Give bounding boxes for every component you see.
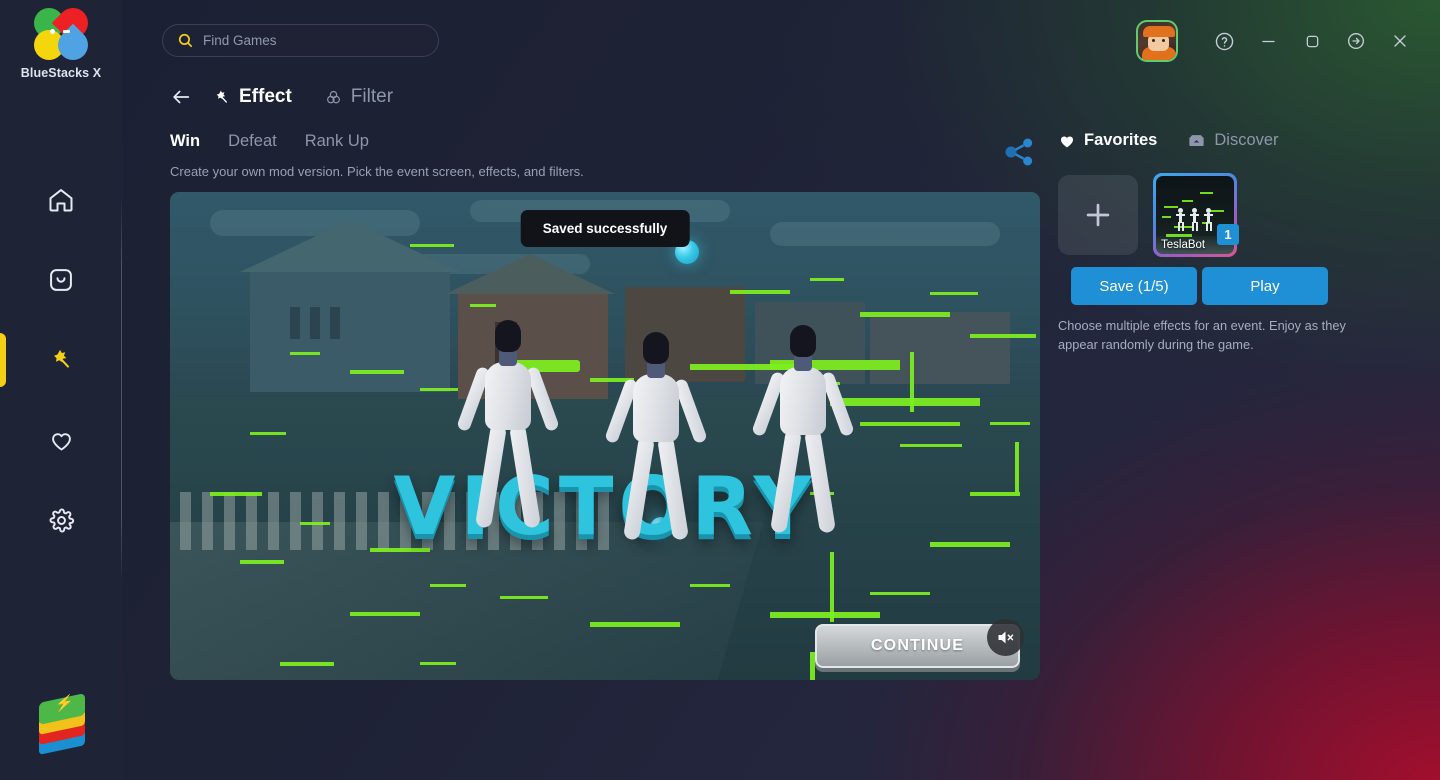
maximize-button[interactable] (1290, 21, 1334, 61)
gear-icon (49, 508, 74, 532)
sidebar-item-my-games[interactable] (0, 240, 122, 320)
add-effect-button[interactable] (1058, 175, 1138, 255)
mute-button[interactable] (987, 619, 1024, 656)
character-figure (751, 325, 855, 535)
thumbnail-badge: 1 (1217, 224, 1239, 245)
save-button[interactable]: Save (1/5) (1071, 267, 1197, 305)
sidebar-nav (0, 160, 122, 560)
heart-icon (51, 432, 71, 450)
tab-discover-label: Discover (1214, 131, 1279, 149)
minimize-button[interactable] (1246, 21, 1290, 61)
panel-tabs: Favorites Discover (1058, 131, 1279, 150)
toast-notification: Saved successfully (520, 210, 690, 247)
arrow-right-circle-icon (1347, 32, 1365, 50)
panel-note: Choose multiple effects for an event. En… (1058, 318, 1346, 353)
search-icon (178, 33, 193, 48)
sidebar-item-effects[interactable] (0, 320, 122, 400)
mode-tabs: Win Defeat Rank Up (170, 132, 369, 151)
search-placeholder: Find Games (203, 33, 277, 48)
brand: BlueStacks X (0, 1, 122, 80)
play-button[interactable]: Play (1202, 267, 1328, 305)
game-preview[interactable]: VICTORY CONTINUE Saved successfully (170, 192, 1040, 680)
magic-wand-icon (216, 90, 227, 103)
tab-effect[interactable]: Effect (212, 86, 292, 108)
victory-text: VICTORY (393, 460, 817, 553)
active-indicator (0, 333, 6, 387)
page-subtitle: Create your own mod version. Pick the ev… (170, 164, 584, 179)
thumb-figure (1204, 208, 1213, 231)
continue-label: CONTINUE (870, 637, 965, 654)
thumb-figure (1190, 208, 1199, 231)
maximize-icon (1306, 35, 1318, 47)
app-drawer-icon (50, 269, 72, 291)
sidebar-item-favorites[interactable] (0, 400, 122, 480)
left-sidebar: BlueStacks X ⚡ (0, 0, 122, 780)
magic-wand-icon (54, 349, 70, 368)
home-icon (49, 189, 73, 212)
tab-defeat[interactable]: Defeat (228, 132, 277, 151)
search-input[interactable]: Find Games (162, 24, 439, 57)
bluestacks-petals-logo (27, 1, 95, 67)
effect-thumbnail[interactable]: TeslaBot 1 (1153, 173, 1239, 257)
three-circles-icon (326, 90, 340, 103)
close-icon (1394, 35, 1406, 47)
question-circle-icon (1215, 32, 1233, 50)
bluestacks-stack-logo[interactable]: ⚡ (33, 693, 89, 755)
minimize-icon (1261, 40, 1275, 42)
tab-filter[interactable]: Filter (324, 86, 393, 108)
effect-filter-nav: Effect Filter (170, 82, 393, 112)
thumb-figure (1176, 208, 1185, 231)
character-figure (604, 332, 708, 542)
share-nodes-icon (1005, 138, 1033, 166)
window-controls (1136, 20, 1422, 62)
back-button[interactable] (170, 82, 204, 112)
tab-rank-up[interactable]: Rank Up (305, 132, 369, 151)
tab-effect-label: Effect (239, 86, 292, 107)
panel-actions: Save (1/5) Play (1071, 267, 1328, 305)
character-figure (456, 320, 560, 530)
speaker-muted-icon (998, 631, 1014, 644)
arrow-left-icon (173, 90, 190, 104)
brand-name: BlueStacks X (20, 66, 102, 80)
help-button[interactable] (1202, 21, 1246, 61)
sidebar-item-settings[interactable] (0, 480, 122, 560)
store-icon (1189, 135, 1204, 147)
tab-favorites-label: Favorites (1084, 131, 1158, 149)
tab-win[interactable]: Win (170, 132, 200, 151)
bluestacks-window: BlueStacks X ⚡ Find Games Effect Filter … (0, 0, 1440, 780)
tab-filter-label: Filter (350, 86, 394, 107)
share-button[interactable] (1000, 132, 1040, 177)
sidebar-item-home[interactable] (0, 160, 122, 240)
house-body (250, 272, 450, 392)
avatar[interactable] (1136, 20, 1178, 62)
tab-discover[interactable]: Discover (1187, 131, 1279, 150)
tab-favorites[interactable]: Favorites (1058, 131, 1157, 150)
close-button[interactable] (1378, 21, 1422, 61)
exit-arrow-button[interactable] (1334, 21, 1378, 61)
plus-icon (1086, 203, 1110, 227)
heart-filled-icon (1060, 136, 1074, 147)
